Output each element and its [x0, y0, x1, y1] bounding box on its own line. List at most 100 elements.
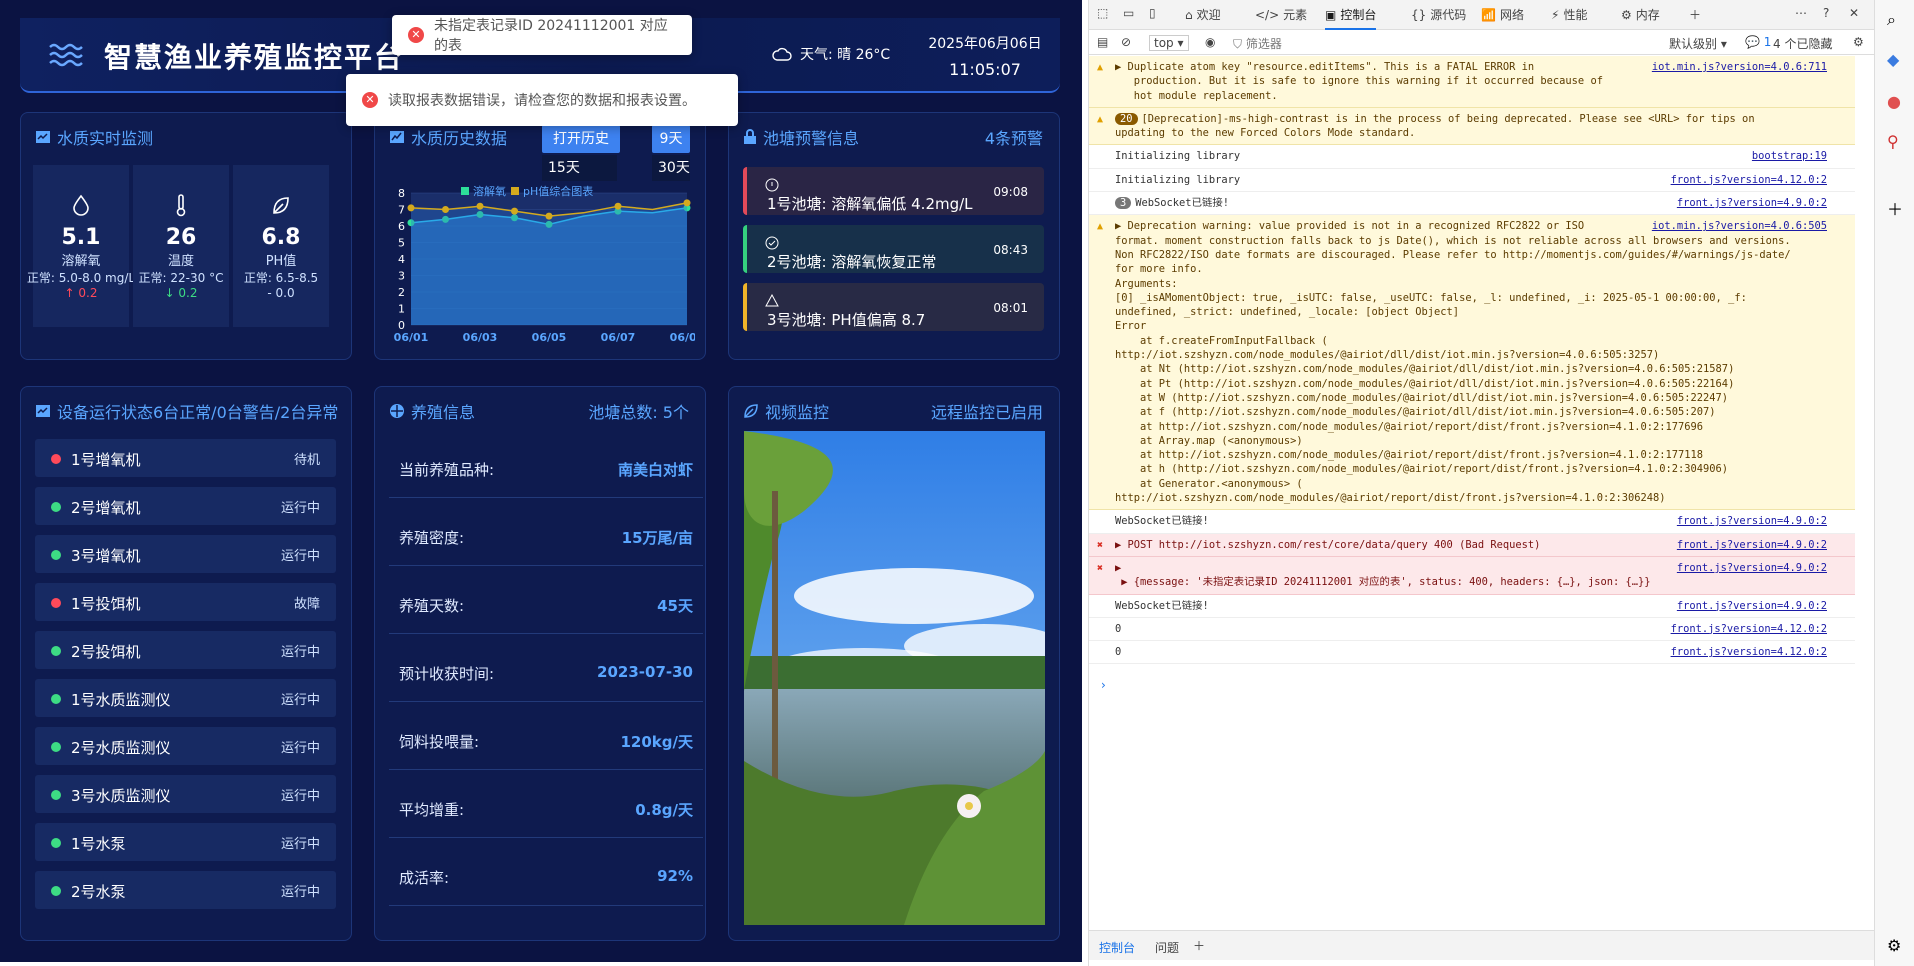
console-message[interactable]: 0 front.js?version=4.12.0:2 [1089, 641, 1855, 665]
tab-performance[interactable]: ⚡ 性能 [1551, 6, 1587, 23]
message-count[interactable]: 💬 1 [1745, 35, 1771, 49]
location-icon[interactable]: ⚲ [1887, 132, 1899, 151]
log-level-select[interactable]: 默认级别 ▾ [1669, 35, 1727, 52]
tab-label: 元素 [1283, 8, 1308, 22]
device-row[interactable]: 2号增氧机 运行中 [35, 487, 336, 525]
warning-icon: ▲ [1097, 113, 1104, 125]
data-point[interactable] [545, 212, 553, 220]
console-message[interactable]: ▲ ▶ Deprecation warning: value provided i… [1089, 215, 1855, 511]
alert-time: 08:01 [993, 301, 1028, 315]
console-icon: ▣ [1325, 7, 1337, 22]
alert-item[interactable]: 2号池塘: 溶解氧恢复正常 08:43 [743, 225, 1044, 273]
alert-item[interactable]: 3号池塘: PH值偏高 8.7 08:01 [743, 283, 1044, 331]
filter-placeholder: 筛选器 [1245, 37, 1282, 51]
device-row[interactable]: 1号水泵 运行中 [35, 823, 336, 861]
console-settings-icon[interactable]: ⚙ [1853, 35, 1864, 49]
games-icon[interactable]: ● [1887, 92, 1901, 111]
data-point[interactable] [511, 207, 518, 215]
more-options-icon[interactable]: ⋯ [1795, 6, 1807, 20]
option-30-days[interactable]: 30天 [652, 155, 690, 181]
source-link[interactable]: front.js?version=4.9.0:2 [1677, 599, 1827, 613]
console-message[interactable]: ▲ ▶ Duplicate atom key "resource.editItem… [1089, 56, 1855, 108]
sidebar-toggle-icon[interactable]: ▤ [1097, 35, 1108, 49]
console-prompt[interactable]: › [1101, 678, 1106, 692]
9-days-button[interactable]: 9天 [652, 125, 690, 153]
tab-home[interactable]: ⌂ 欢迎 [1185, 6, 1221, 23]
inspect-icon[interactable]: ⬚ [1097, 6, 1108, 20]
metric-name: 温度 [167, 254, 194, 269]
add-sidebar-app-icon[interactable]: ＋ [1887, 196, 1903, 220]
help-icon[interactable]: ? [1823, 6, 1829, 20]
device-row[interactable]: 1号增氧机 待机 [35, 439, 336, 477]
source-link[interactable]: front.js?version=4.9.0:2 [1677, 196, 1827, 210]
source-link[interactable]: bootstrap:19 [1752, 149, 1827, 163]
add-drawer-tab-icon[interactable]: ＋ [1193, 937, 1205, 954]
source-link[interactable]: iot.min.js?version=4.0.6:711 [1652, 60, 1827, 74]
console-message[interactable]: WebSocket已链接! front.js?version=4.9.0:2 [1089, 510, 1855, 534]
more-tabs-icon[interactable]: ＋ [1689, 6, 1701, 23]
alert-item[interactable]: 1号池塘: 溶解氧偏低 4.2mg/L 09:08 [743, 167, 1044, 215]
console-message[interactable]: Initializing library front.js?version=4.1… [1089, 169, 1855, 193]
breeding-panel: 养殖信息 池塘总数: 5个 当前养殖品种: 南美白对虾 养殖密度: 15万尾/亩 养殖天… [374, 386, 706, 941]
sidebar-settings-icon[interactable]: ⚙ [1887, 936, 1901, 955]
option-15-days[interactable]: 15天 [542, 155, 617, 181]
tab-elements[interactable]: </> 元素 [1255, 6, 1307, 23]
video-title-text: 视频监控 [765, 403, 830, 422]
device-row[interactable]: 3号水质监测仪 运行中 [35, 775, 336, 813]
message-text: [Deprecation]-ms-high-contrast is in the… [1115, 112, 1755, 140]
context-value: top [1154, 36, 1174, 50]
data-point[interactable] [407, 204, 415, 212]
water-quality-title: 水质实时监测 [35, 125, 153, 149]
drawer-tab[interactable]: 控制台 [1099, 939, 1135, 956]
device-row[interactable]: 2号水泵 运行中 [35, 871, 336, 909]
tab-sources[interactable]: {} 源代码 [1411, 6, 1466, 23]
console-message[interactable]: ✖ ▶ ▶ {message: '未指定表记录ID 20241112001 对应的… [1089, 556, 1855, 595]
dock-icon[interactable]: ▯ [1149, 6, 1156, 20]
source-link[interactable]: front.js?version=4.12.0:2 [1671, 173, 1827, 187]
chart-icon [390, 131, 404, 143]
console-message[interactable]: 0 front.js?version=4.12.0:2 [1089, 618, 1855, 642]
source-link[interactable]: iot.min.js?version=4.0.6:505 [1652, 219, 1827, 233]
data-point[interactable] [442, 206, 449, 213]
console-message[interactable]: Initializing library bootstrap:19 [1089, 145, 1855, 169]
leaf-icon [744, 404, 758, 418]
open-history-button[interactable]: 打开历史 [542, 125, 620, 153]
console-message[interactable]: 3 WebSocket已链接! front.js?version=4.9.0:2 [1089, 192, 1855, 216]
close-devtools-icon[interactable]: ✕ [1849, 6, 1859, 20]
search-icon[interactable]: ⌕ [1887, 10, 1896, 30]
console-message[interactable]: WebSocket已链接! front.js?version=4.9.0:2 [1089, 595, 1855, 618]
drawer-tab[interactable]: 问题 [1155, 939, 1179, 956]
alert-time: 09:08 [993, 185, 1028, 199]
source-link[interactable]: front.js?version=4.12.0:2 [1671, 645, 1827, 659]
tab-network[interactable]: 📶 网络 [1481, 6, 1524, 23]
device-toolbar-icon[interactable]: ▭ [1123, 6, 1134, 20]
device-row[interactable]: 1号水质监测仪 运行中 [35, 679, 336, 717]
data-point[interactable] [614, 202, 622, 210]
source-link[interactable]: front.js?version=4.12.0:2 [1671, 622, 1827, 636]
source-link[interactable]: front.js?version=4.9.0:2 [1677, 538, 1827, 552]
metric-value: 6.8 [261, 225, 301, 250]
y-tick-label: 4 [398, 253, 405, 266]
device-row[interactable]: 3号增氧机 运行中 [35, 535, 336, 573]
x-tick-label: 06/03 [463, 331, 498, 343]
tab-memory[interactable]: ⚙ 内存 [1621, 6, 1660, 23]
filter-input[interactable]: ⛉ 筛选器 [1233, 35, 1613, 52]
tab-console[interactable]: ▣ 控制台 [1325, 6, 1377, 30]
source-link[interactable]: front.js?version=4.9.0:2 [1677, 561, 1827, 575]
data-point[interactable] [683, 199, 691, 207]
water-metric-card: 26 温度 正常: 22-30 °C ↓ 0.2 [133, 165, 229, 327]
console-message[interactable]: ▲ 20 [Deprecation]-ms-high-contrast is in … [1089, 107, 1855, 146]
context-select[interactable]: top ▾ [1149, 35, 1189, 51]
pond-video-feed[interactable] [744, 431, 1045, 925]
clear-console-icon[interactable]: ⊘ [1121, 35, 1131, 49]
tab-label: 网络 [1499, 8, 1524, 22]
breeding-value: 2023-07-30 [597, 663, 693, 681]
eye-icon[interactable]: ◉ [1205, 35, 1215, 49]
bookmark-icon[interactable]: ◆ [1887, 50, 1899, 69]
console-message[interactable]: ✖ ▶ POST http://iot.szshyzn.com/rest/core… [1089, 533, 1855, 557]
source-link[interactable]: front.js?version=4.9.0:2 [1677, 514, 1827, 528]
device-row[interactable]: 1号投饵机 故障 [35, 583, 336, 621]
device-row[interactable]: 2号投饵机 运行中 [35, 631, 336, 669]
device-row[interactable]: 2号水质监测仪 运行中 [35, 727, 336, 765]
data-point[interactable] [476, 202, 484, 210]
